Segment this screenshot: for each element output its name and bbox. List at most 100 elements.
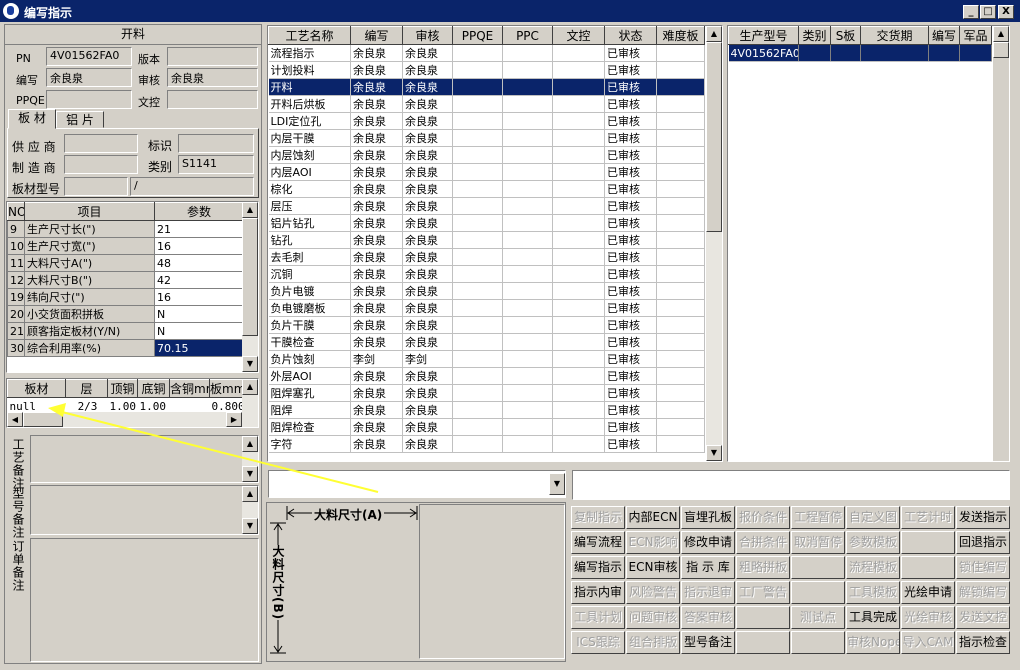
column-header[interactable]: 层 — [65, 379, 108, 398]
column-header[interactable]: 底铜 — [137, 379, 170, 398]
table-row[interactable]: 阻焊 余良泉 余良泉 已审核 — [268, 401, 705, 419]
author-field[interactable]: 余良泉 — [46, 68, 132, 87]
scroll-down-icon[interactable]: ▼ — [242, 356, 258, 372]
scroll-thumb[interactable] — [23, 412, 63, 427]
table-row[interactable]: 干膜检查 余良泉 余良泉 已审核 — [268, 333, 705, 351]
version-field[interactable] — [167, 47, 258, 66]
action-button-0-0[interactable]: 复制指示 — [571, 506, 625, 529]
action-button-3-2[interactable]: 指示退审 — [681, 581, 735, 604]
column-header[interactable]: 编写 — [928, 26, 960, 45]
scroll-up-icon[interactable]: ▲ — [242, 379, 258, 395]
action-button-4-1[interactable]: 问题审核 — [626, 606, 680, 629]
empty-button[interactable] — [791, 631, 845, 654]
minimize-button[interactable]: _ — [963, 5, 979, 19]
action-button-0-5[interactable]: 自定义图 — [846, 506, 900, 529]
column-header[interactable]: 工艺名称 — [268, 26, 351, 45]
action-button-5-5[interactable]: 审核Nope — [846, 631, 900, 654]
close-button[interactable]: X — [998, 5, 1014, 19]
column-header[interactable]: PPQE — [452, 26, 503, 45]
mark-field[interactable] — [178, 134, 254, 153]
action-button-4-5[interactable]: 工具完成 — [846, 606, 900, 629]
scroll-left-icon[interactable]: ◀ — [7, 412, 23, 427]
action-button-0-1[interactable]: 内部ECN — [626, 506, 680, 529]
scroll-thumb[interactable] — [242, 218, 258, 336]
action-button-5-1[interactable]: 组合排版 — [626, 631, 680, 654]
column-header[interactable]: 状态 — [604, 26, 657, 45]
column-header[interactable]: S板 — [830, 26, 861, 45]
empty-button[interactable] — [791, 556, 845, 579]
table-row[interactable]: 9 生产尺寸长(") 21 — [7, 220, 244, 238]
supplier-field[interactable] — [64, 134, 138, 153]
action-button-0-4[interactable]: 工程暂停 — [791, 506, 845, 529]
table-row[interactable]: 11 大料尺寸A(") 48 — [7, 254, 244, 272]
column-header[interactable]: PPC — [502, 26, 553, 45]
table-row[interactable]: 4V01562FA0 — [728, 44, 992, 62]
production-scrollbar[interactable]: ▲ — [993, 26, 1009, 461]
column-header[interactable]: NO — [7, 202, 25, 221]
column-header[interactable]: 参数 — [154, 202, 244, 221]
table-row[interactable]: 21 顾客指定板材(Y/N) N — [7, 322, 244, 340]
action-button-0-2[interactable]: 盲埋孔板 — [681, 506, 735, 529]
action-button-3-0[interactable]: 指示内审 — [571, 581, 625, 604]
action-button-3-7[interactable]: 解锁编写 — [956, 581, 1010, 604]
action-button-2-7[interactable]: 锁住编写 — [956, 556, 1010, 579]
empty-button[interactable] — [736, 606, 790, 629]
board-hscrollbar[interactable]: ◀ ▶ — [7, 412, 242, 427]
pn-field[interactable]: 4V01562FA0 — [46, 47, 132, 66]
table-row[interactable]: 开料 余良泉 余良泉 已审核 — [268, 78, 705, 96]
action-button-4-0[interactable]: 工具计划 — [571, 606, 625, 629]
table-row[interactable]: 内层AOI 余良泉 余良泉 已审核 — [268, 163, 705, 181]
table-row[interactable]: 20 小交货面积拼板 N — [7, 305, 244, 323]
scroll-up-icon[interactable]: ▲ — [242, 202, 258, 218]
maximize-button[interactable]: □ — [980, 5, 996, 19]
action-button-2-0[interactable]: 编写指示 — [571, 556, 625, 579]
process-combo[interactable]: ▼ — [268, 470, 566, 498]
action-button-5-0[interactable]: ICS跟踪 — [571, 631, 625, 654]
table-row[interactable]: 10 生产尺寸宽(") 16 — [7, 237, 244, 255]
table-row[interactable]: 铝片钻孔 余良泉 余良泉 已审核 — [268, 214, 705, 232]
model-field[interactable] — [64, 177, 128, 196]
params-scrollbar[interactable]: ▲ ▼ — [242, 202, 258, 372]
table-row[interactable]: 负片电镀 余良泉 余良泉 已审核 — [268, 282, 705, 300]
table-row[interactable]: 去毛刺 余良泉 余良泉 已审核 — [268, 248, 705, 266]
scroll-thumb[interactable] — [993, 42, 1009, 58]
table-row[interactable]: 沉铜 余良泉 余良泉 已审核 — [268, 265, 705, 283]
table-row[interactable]: 流程指示 余良泉 余良泉 已审核 — [268, 44, 705, 62]
column-header[interactable]: 含铜mm — [169, 379, 210, 398]
tab-board[interactable]: 板 材 — [8, 109, 56, 129]
column-header[interactable]: 编写 — [350, 26, 403, 45]
action-button-0-6[interactable]: 工艺计时 — [901, 506, 955, 529]
table-row[interactable]: 内层蚀刻 余良泉 余良泉 已审核 — [268, 146, 705, 164]
action-button-3-1[interactable]: 风险警告 — [626, 581, 680, 604]
scroll-right-icon[interactable]: ▶ — [226, 412, 242, 427]
table-row[interactable]: 层压 余良泉 余良泉 已审核 — [268, 197, 705, 215]
tab-aluminum[interactable]: 铝 片 — [56, 111, 104, 128]
action-button-5-2[interactable]: 型号备注 — [681, 631, 735, 654]
doc-field[interactable] — [167, 90, 258, 109]
action-button-2-5[interactable]: 流程模板 — [846, 556, 900, 579]
column-header[interactable]: 顶铜 — [107, 379, 138, 398]
table-row[interactable]: 钻孔 余良泉 余良泉 已审核 — [268, 231, 705, 249]
scroll-down-icon[interactable]: ▼ — [242, 466, 258, 482]
action-button-1-7[interactable]: 回退指示 — [956, 531, 1010, 554]
category-field[interactable]: S1141 — [178, 155, 254, 174]
column-header[interactable]: 项目 — [24, 202, 155, 221]
table-row[interactable]: 棕化 余良泉 余良泉 已审核 — [268, 180, 705, 198]
process-scrollbar[interactable]: ▲ ▼ — [706, 26, 722, 461]
type-note-field[interactable]: ▲ ▼ — [30, 485, 259, 535]
table-row[interactable]: 计划投料 余良泉 余良泉 已审核 — [268, 61, 705, 79]
order-note-field[interactable] — [30, 538, 259, 662]
action-button-1-4[interactable]: 取消暂停 — [791, 531, 845, 554]
scroll-thumb[interactable] — [706, 42, 722, 232]
action-button-1-1[interactable]: ECN影响 — [626, 531, 680, 554]
action-button-3-3[interactable]: 工厂警告 — [736, 581, 790, 604]
action-button-0-7[interactable]: 发送指示 — [956, 506, 1010, 529]
table-row[interactable]: 12 大料尺寸B(") 42 — [7, 271, 244, 289]
empty-button[interactable] — [901, 531, 955, 554]
action-button-5-7[interactable]: 指示检查 — [956, 631, 1010, 654]
table-row[interactable]: 阻焊塞孔 余良泉 余良泉 已审核 — [268, 384, 705, 402]
table-row[interactable]: 19 纬向尺寸(") 16 — [7, 288, 244, 306]
action-button-1-3[interactable]: 合拼条件 — [736, 531, 790, 554]
table-row[interactable]: 30 综合利用率(%) 70.15 — [7, 339, 244, 357]
table-row[interactable]: 负片干膜 余良泉 余良泉 已审核 — [268, 316, 705, 334]
